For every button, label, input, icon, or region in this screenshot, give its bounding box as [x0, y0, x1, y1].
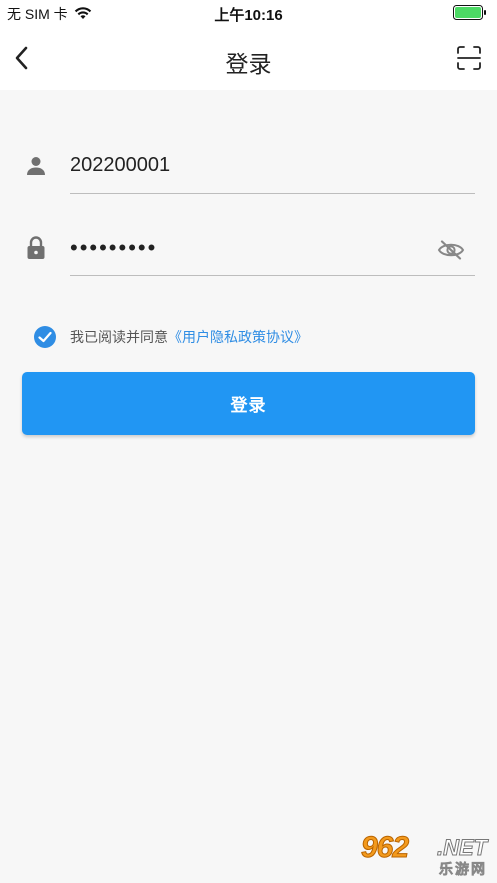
eye-off-icon	[437, 240, 465, 260]
battery-icon	[453, 5, 487, 20]
watermark-logo: 962 .NET 乐游网	[353, 831, 491, 879]
page-title: 登录	[225, 51, 272, 77]
toggle-password-visibility[interactable]	[435, 236, 467, 264]
scan-icon	[457, 46, 481, 70]
password-row	[22, 226, 475, 276]
status-bar: 无 SIM 卡 上午10:16	[0, 0, 497, 26]
agreement-text: 我已阅读并同意	[70, 329, 168, 345]
watermark-suffix: .NET	[436, 835, 488, 861]
watermark-subtitle: 乐游网	[439, 861, 487, 878]
password-input[interactable]	[70, 226, 475, 276]
lock-icon	[22, 234, 50, 262]
nav-bar: 登录	[0, 26, 497, 90]
username-input[interactable]	[70, 144, 475, 194]
privacy-policy-link[interactable]: 《用户隐私政策协议》	[168, 327, 308, 347]
scan-button[interactable]	[453, 42, 485, 74]
person-icon	[22, 152, 50, 180]
agreement-row: 我已阅读并同意 《用户隐私政策协议》	[34, 325, 308, 349]
login-button[interactable]: 登录	[22, 372, 475, 435]
username-row	[22, 144, 475, 194]
agreement-checkbox[interactable]	[34, 326, 56, 348]
watermark-number: 962	[360, 831, 409, 865]
status-time: 上午10:16	[214, 7, 283, 24]
check-icon	[38, 331, 52, 343]
